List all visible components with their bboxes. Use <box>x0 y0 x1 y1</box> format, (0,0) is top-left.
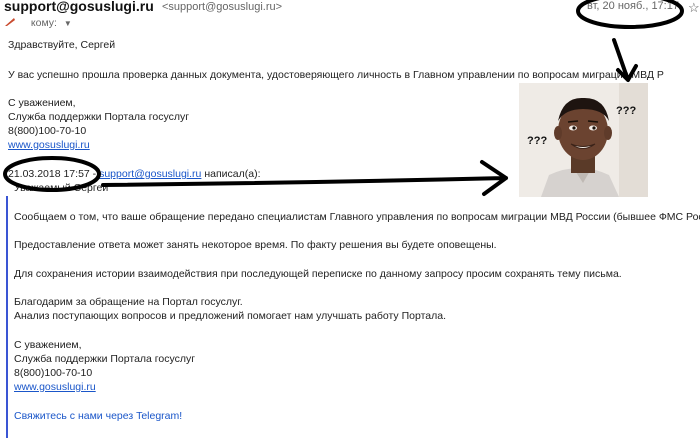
greeting: Здравствуйте, Сергей <box>8 39 116 51</box>
sender-email: <support@gosuslugi.ru> <box>162 1 283 13</box>
quote-paragraph-4b: Анализ поступающих вопросов и предложени… <box>14 310 446 322</box>
quote-wrote: написал(а): <box>204 168 261 180</box>
quote-paragraph-1: Сообщаем о том, что ваше обращение перед… <box>14 211 700 223</box>
quote-signature-1: С уважением, <box>14 339 82 351</box>
to-label: кому: <box>30 17 57 29</box>
signature-link[interactable]: www.gosuslugi.ru <box>8 139 90 151</box>
sender-avatar-icon <box>4 17 16 27</box>
quote-signature-2: Служба поддержки Портала госуслуг <box>14 353 196 365</box>
meme-question-marks-right: ??? <box>616 105 637 117</box>
quote-paragraph-3: Для сохранения истории взаимодействия пр… <box>14 268 622 280</box>
to-row[interactable]: кому: ▼ <box>4 16 72 29</box>
quote-email-link[interactable]: support@gosuslugi.ru <box>99 168 201 180</box>
signature-phone: 8(800)100-70-10 <box>8 125 87 137</box>
quote-bar <box>6 196 8 438</box>
quote-date: 21.03.2018 17:57 - <box>8 168 97 180</box>
signature-line-2: Служба поддержки Портала госуслуг <box>8 111 190 123</box>
main-text: У вас успешно прошла проверка данных док… <box>8 69 664 81</box>
quote-paragraph-2: Предоставление ответа может занять некот… <box>14 239 497 251</box>
meme-question-marks-left: ??? <box>527 135 548 147</box>
sender-name[interactable]: support@gosuslugi.ru <box>4 0 154 14</box>
signature-line-1: С уважением, <box>8 97 76 109</box>
quote-signature-phone: 8(800)100-70-10 <box>14 367 93 379</box>
quote-salutation: Уважаемый Сергей <box>14 182 109 194</box>
quote-signature-link[interactable]: www.gosuslugi.ru <box>14 381 96 393</box>
chevron-down-icon[interactable]: ▼ <box>64 19 72 28</box>
star-icon[interactable]: ☆ <box>688 0 700 16</box>
telegram-link[interactable]: Свяжитесь с нами через Telegram! <box>14 410 182 422</box>
quote-paragraph-4a: Благодарим за обращение на Портал госусл… <box>14 296 243 308</box>
quote-header: 21.03.2018 17:57 - support@gosuslugi.ru … <box>8 168 260 180</box>
confused-man-meme-image: ??? ??? <box>519 83 648 197</box>
email-date: вт, 20 нояб., 17:17 <box>587 0 679 12</box>
